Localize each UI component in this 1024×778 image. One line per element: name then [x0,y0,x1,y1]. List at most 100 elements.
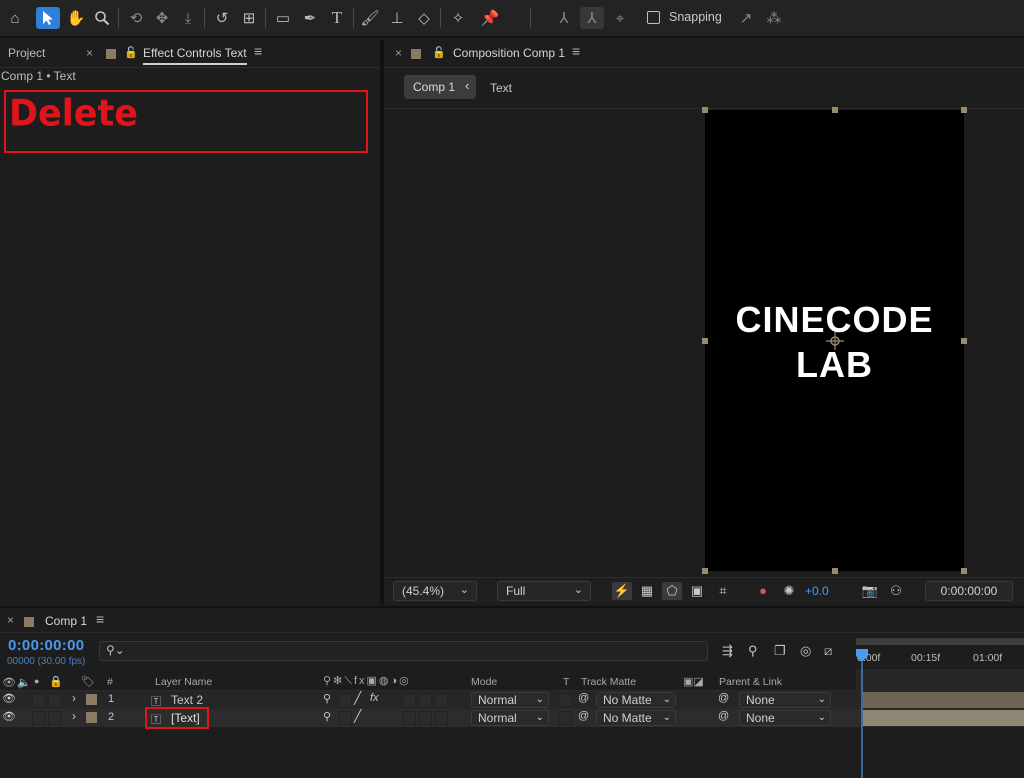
current-time-display[interactable]: 0:00:00:00 [925,581,1013,601]
track-matte-dropdown[interactable]: No Matte ⌄ [596,692,676,708]
composition-canvas[interactable]: CINECODE LAB [705,110,964,571]
snap-edges-icon[interactable]: ↗ [734,7,758,29]
eye-icon[interactable]: 👁 [2,692,16,705]
transform-handle[interactable] [961,568,967,574]
layer-label-color[interactable] [86,694,97,705]
lock-icon[interactable]: 🔓 [432,46,446,59]
shy-layers-icon[interactable]: ❐ [774,643,786,659]
pen-tool-icon[interactable]: ✒ [298,7,322,29]
draft-3d-icon[interactable]: ⚲ [748,643,758,659]
motion-blur-switch[interactable] [402,711,416,725]
axis-world-icon[interactable]: ⅄ [580,7,604,29]
exposure-value[interactable]: +0.0 [805,584,829,598]
close-icon[interactable]: × [395,46,402,60]
layer-name[interactable]: [Text] [171,711,200,725]
selection-tool-icon[interactable] [36,7,60,29]
tab-effect-controls[interactable]: Effect Controls Text [143,46,247,65]
eraser-tool-icon[interactable]: ◇ [412,7,436,29]
transparency-grid-icon[interactable]: ▦ [637,582,657,600]
time-ruler[interactable]: 0:00f 00:15f 01:00f [856,645,1024,669]
transform-handle[interactable] [961,338,967,344]
solo-switch[interactable] [32,711,46,725]
graph-editor-icon[interactable]: ⧄ [824,643,832,659]
axis-local-icon[interactable]: ⅄ [552,7,576,29]
layer-name[interactable]: Text 2 [171,693,203,707]
panel-menu-icon[interactable]: ≡ [254,43,262,59]
transform-handle[interactable] [961,107,967,113]
work-area-bar[interactable] [856,638,1024,645]
clone-stamp-icon[interactable]: ⊥ [385,7,409,29]
matte-pickwhip-icon[interactable]: @ [578,710,589,722]
puppet-pin-icon[interactable]: 📌 [478,7,502,29]
dolly-camera-icon[interactable]: ⤓ [176,7,200,29]
eye-icon[interactable]: 👁 [2,710,16,723]
collapse-switch-icon[interactable]: ⚲ [323,710,331,723]
brush-tool-icon[interactable]: 🖌 [358,7,382,29]
tab-project[interactable]: Project [8,46,45,60]
home-icon[interactable]: ⌂ [3,7,27,29]
transform-handle[interactable] [702,107,708,113]
quality-slash-icon[interactable]: ╱ [354,709,361,723]
adjustment-switch[interactable] [418,711,432,725]
parent-dropdown[interactable]: None ⌄ [739,692,831,708]
close-icon[interactable]: × [86,46,93,60]
tab-composition[interactable]: Composition Comp 1 [453,46,565,60]
lock-icon[interactable]: 🔓 [124,46,138,59]
anchor-point-icon[interactable] [826,332,844,350]
adjustment-switch[interactable] [418,693,432,707]
quality-slash-icon[interactable]: ╱ [354,691,361,705]
comp-nav-button[interactable]: Comp 1 ‹ [404,75,476,99]
motion-blur-switch[interactable] [402,693,416,707]
chevron-right-icon[interactable]: › [72,709,76,723]
snapshot-camera-icon[interactable]: 📷 [860,582,880,600]
color-channels-icon[interactable]: ● [753,582,773,600]
resolution-dropdown[interactable]: Full ⌄ [497,581,591,601]
3d-layer-switch[interactable] [434,711,448,725]
track-matte-dropdown[interactable]: No Matte ⌄ [596,710,676,726]
rectangle-tool-icon[interactable]: ▭ [271,7,295,29]
3d-layer-switch[interactable] [434,693,448,707]
fast-previews-icon[interactable]: ⚡ [612,582,632,600]
pan-camera-icon[interactable]: ✥ [150,7,174,29]
panel-menu-icon[interactable]: ≡ [96,611,104,627]
rotate-tool-icon[interactable]: ↺ [210,7,234,29]
preserve-transparency-switch[interactable] [558,693,572,707]
snap-grid-icon[interactable]: ⁂ [762,7,786,29]
parent-pickwhip-icon[interactable]: @ [718,692,729,704]
tab-timeline-comp[interactable]: Comp 1 [45,614,87,628]
solo-switch[interactable] [32,693,46,707]
layer-label-color[interactable] [86,712,97,723]
chevron-right-icon[interactable]: › [72,691,76,705]
layer-nav-label[interactable]: Text [490,81,512,95]
timeline-timecode[interactable]: 0:00:00:00 [8,637,84,654]
transform-handle[interactable] [832,107,838,113]
layer-mode-dropdown[interactable]: Normal ⌄ [471,710,549,726]
grid-guides-icon[interactable]: ⌗ [713,582,733,600]
zoom-tool-icon[interactable] [90,7,114,29]
layer-name-header[interactable]: Layer Name [155,676,212,688]
parent-dropdown[interactable]: None ⌄ [739,710,831,726]
frame-blending-icon[interactable]: ◎ [800,643,811,659]
lock-switch[interactable] [48,711,62,725]
preserve-transparency-switch[interactable] [558,711,572,725]
mask-path-icon[interactable]: ⬠ [662,582,682,600]
parent-pickwhip-icon[interactable]: @ [718,710,729,722]
layer-duration-bar[interactable] [863,692,1024,708]
layer-mode-dropdown[interactable]: Normal ⌄ [471,692,549,708]
playhead-icon[interactable] [855,648,869,778]
axis-view-icon[interactable]: ⌖ [608,7,632,29]
fx-icon[interactable]: fx [370,692,379,704]
panel-menu-icon[interactable]: ≡ [572,43,580,59]
layer-duration-bar[interactable] [863,710,1024,726]
close-icon[interactable]: × [7,613,14,627]
zoom-dropdown[interactable]: (45.4%) ⌄ [393,581,477,601]
roto-brush-icon[interactable]: ✧ [446,7,470,29]
show-snapshot-icon[interactable]: ⚇ [886,582,906,600]
transform-handle[interactable] [832,568,838,574]
transform-handle[interactable] [702,568,708,574]
lock-switch[interactable] [48,693,62,707]
transform-handle[interactable] [702,338,708,344]
type-tool-icon[interactable]: T [325,7,349,29]
orbit-camera-icon[interactable]: ⟲ [124,7,148,29]
comp-mini-flowchart-icon[interactable]: ⇶ [722,643,733,659]
